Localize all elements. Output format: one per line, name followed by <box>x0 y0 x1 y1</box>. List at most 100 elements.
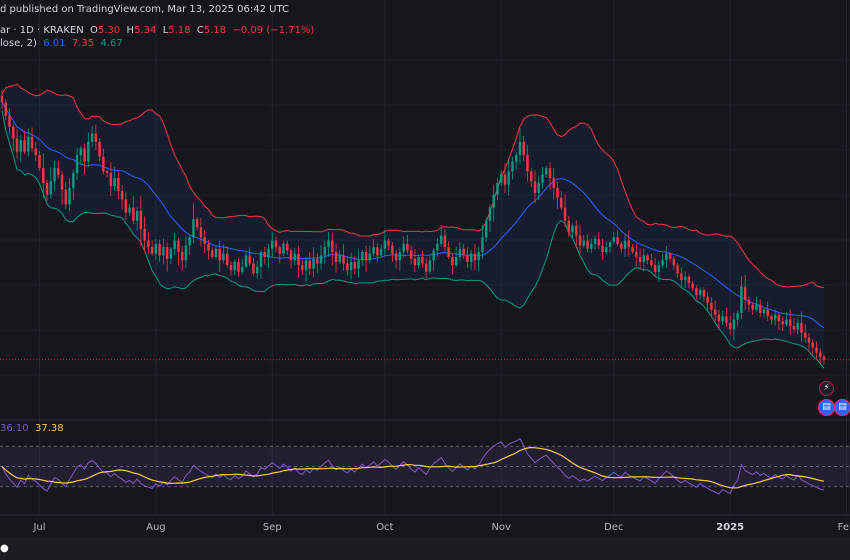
candle-body <box>578 235 582 246</box>
candle-body <box>785 319 788 325</box>
candle-body <box>511 161 514 172</box>
candle-body <box>64 189 68 205</box>
candle-body <box>796 322 799 330</box>
candle-body <box>518 141 522 155</box>
candle-body <box>713 309 717 315</box>
open-label: O <box>90 25 98 36</box>
candle-body <box>481 237 484 253</box>
candle-body <box>256 266 259 274</box>
candle-body <box>60 174 64 190</box>
candle-body <box>526 154 529 172</box>
high-label: H <box>126 25 135 36</box>
candle-body <box>590 243 593 249</box>
symbol-legend[interactable]: ar · 1D · KRAKEN O5.30 H5.34 L5.18 C5.18… <box>0 25 314 36</box>
candle-body <box>556 187 559 198</box>
candle-body <box>545 168 548 175</box>
candle-body <box>75 154 79 174</box>
low-value: 5.18 <box>168 25 191 36</box>
rsi-legend[interactable]: 36.10 37.38 <box>0 423 64 434</box>
candle-body <box>45 182 49 195</box>
candle-body <box>635 252 638 257</box>
candle-body <box>8 115 11 127</box>
candle-body <box>248 255 251 264</box>
candle-body <box>376 247 379 256</box>
candle-body <box>736 312 739 320</box>
candle-body <box>732 319 736 330</box>
candle-body <box>717 314 721 322</box>
candle-body <box>274 240 278 248</box>
candle-body <box>252 263 255 274</box>
x-tick-label: 2025 <box>716 522 744 533</box>
candle-body <box>811 342 814 348</box>
candle-body <box>282 243 285 254</box>
x-tick-label: Dec <box>604 522 623 533</box>
x-tick-label: Nov <box>491 522 511 533</box>
candle-body <box>548 168 552 178</box>
candle-body <box>49 181 53 195</box>
candle-body <box>563 207 567 221</box>
candle-body <box>162 247 165 256</box>
candle-body <box>364 252 368 261</box>
candle-body <box>586 240 589 249</box>
candle-body <box>530 171 533 182</box>
candle-body <box>770 316 773 320</box>
candle-body <box>316 258 319 264</box>
candle-body <box>259 252 263 267</box>
candle-body <box>725 316 728 323</box>
candle-body <box>773 314 777 320</box>
candle-body <box>237 261 240 272</box>
candle-body <box>387 240 390 246</box>
candle-body <box>777 314 781 322</box>
price-chart[interactable]: JulAugSepOctNovDec2025FebMar <box>0 0 850 560</box>
candle-body <box>710 303 713 310</box>
candle-body <box>676 265 679 274</box>
candle-body <box>642 255 646 262</box>
candle-body <box>271 240 274 249</box>
candle-body <box>98 141 101 157</box>
candle-body <box>184 245 188 261</box>
candle-body <box>147 240 150 248</box>
candle-body <box>484 220 488 238</box>
candle-body <box>68 187 71 205</box>
candle-body <box>792 326 796 330</box>
bollinger-band-fill <box>2 84 824 369</box>
candle-body <box>72 173 75 188</box>
us-flag-icon[interactable]: ▤ <box>818 399 835 416</box>
candle-body <box>593 238 597 244</box>
candle-body <box>436 243 439 251</box>
candle-body <box>368 253 372 261</box>
candle-body <box>165 247 169 259</box>
candle-body <box>788 319 792 327</box>
candle-body <box>180 252 184 261</box>
candle-body <box>822 356 826 360</box>
candle-body <box>514 154 518 162</box>
candle-body <box>372 247 375 254</box>
bottom-bar <box>0 538 850 560</box>
candle-body <box>601 245 604 253</box>
candle-body <box>214 248 218 257</box>
candle-body <box>605 247 608 253</box>
candle-body <box>432 250 435 261</box>
candle-body <box>747 299 751 305</box>
high-value: 5.34 <box>134 25 157 36</box>
candle-body <box>575 225 578 236</box>
candle-body <box>267 248 270 257</box>
bollinger-legend[interactable]: lose, 2) 6.01 7.35 4.67 <box>0 38 123 49</box>
candle-body <box>143 229 146 241</box>
us-flag-icon-2[interactable]: ▤ <box>834 399 850 416</box>
candle-body <box>665 253 668 261</box>
candle-body <box>650 260 653 266</box>
candle-body <box>668 253 672 259</box>
candle-body <box>477 252 480 261</box>
lightning-icon[interactable]: ⚡ <box>819 381 834 396</box>
candle-body <box>398 252 402 261</box>
bottom-marker: ● <box>0 543 9 554</box>
candle-body <box>135 210 139 221</box>
candle-body <box>297 253 300 266</box>
candle-body <box>23 140 26 152</box>
rsi-value: 36.10 <box>0 423 29 434</box>
candle-body <box>462 248 465 256</box>
candle-body <box>751 304 754 310</box>
candle-body <box>499 174 503 183</box>
candle-body <box>4 102 7 116</box>
